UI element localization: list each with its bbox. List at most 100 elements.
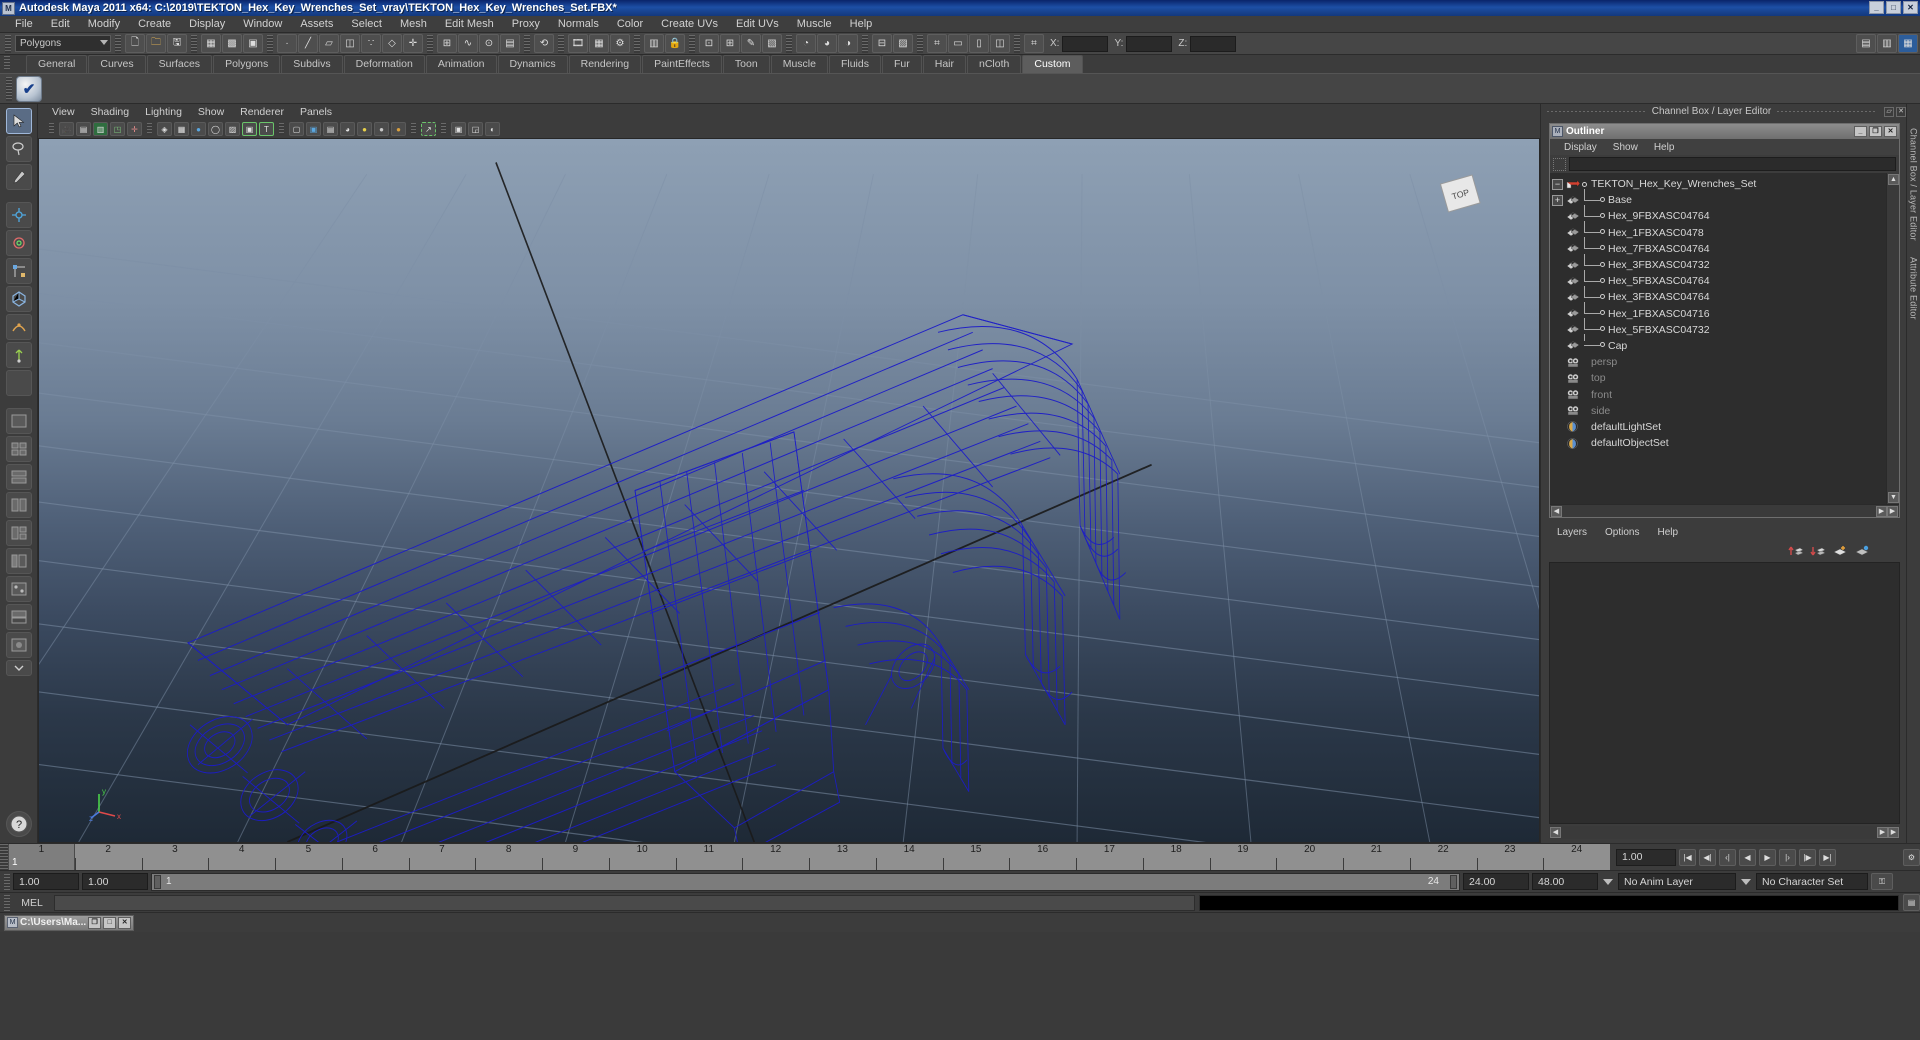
range-slider-right-handle[interactable] — [1450, 874, 1457, 889]
range-bar-grip[interactable] — [4, 873, 10, 890]
move-tool[interactable] — [5, 202, 32, 228]
outliner-window-controls[interactable]: _ ❐ ✕ — [1854, 126, 1897, 137]
show-tool-settings-button[interactable]: ▥ — [1877, 34, 1897, 53]
shelf-tab-animation[interactable]: Animation — [425, 55, 497, 73]
show-channel-box-button[interactable]: ▦ — [1898, 34, 1918, 53]
paint-select-tool[interactable] — [5, 164, 32, 190]
shelf-tab-dynamics[interactable]: Dynamics — [497, 55, 568, 73]
animation-preferences-icon[interactable]: ⚙ — [1903, 848, 1920, 866]
layer-down-icon[interactable] — [1810, 544, 1826, 558]
outliner-item[interactable]: − TEKTON_Hex_Key_Wrenches_Set — [1550, 176, 1886, 192]
shelf-tab-subdivs[interactable]: Subdivs — [281, 55, 343, 73]
outliner-item[interactable]: Cap — [1550, 334, 1886, 354]
isolate-select-icon[interactable]: ↗ — [421, 122, 436, 136]
toolbar-grip-7[interactable] — [558, 34, 564, 53]
ipr-render-button[interactable]: ▦ — [589, 34, 609, 53]
menu-item-edit[interactable]: Edit — [42, 16, 79, 33]
outliner-minimize-button[interactable]: _ — [1854, 126, 1867, 137]
outliner-item[interactable]: defaultObjectSet — [1550, 435, 1886, 451]
sculpt-button[interactable]: ◔ — [796, 34, 816, 53]
toolbar-grip-11[interactable] — [862, 34, 868, 53]
script-editor-icon[interactable]: ▤ — [1903, 894, 1920, 911]
scroll-up-icon[interactable]: ▲ — [1888, 174, 1899, 185]
outliner-menu-show[interactable]: Show — [1605, 142, 1646, 153]
menu-item-create[interactable]: Create — [129, 16, 180, 33]
outliner-maximize-button[interactable]: ❐ — [1869, 126, 1882, 137]
layout-two-stacked-icon[interactable] — [5, 464, 32, 490]
texture-display-icon[interactable]: ▣ — [242, 122, 257, 136]
paint-effects-button[interactable]: ✎ — [741, 34, 761, 53]
shelf-bar-grip[interactable] — [6, 76, 12, 101]
output-connection-button[interactable]: ⊞ — [720, 34, 740, 53]
outliner-item[interactable]: side — [1550, 403, 1886, 419]
outliner-item[interactable]: front — [1550, 386, 1886, 402]
shade-options-icon[interactable]: ◯ — [208, 122, 223, 136]
shelf-tab-fluids[interactable]: Fluids — [828, 55, 881, 73]
layout-two-side-icon[interactable] — [5, 492, 32, 518]
z-input[interactable] — [1190, 35, 1237, 52]
viewport-toolbar-grip[interactable] — [49, 123, 54, 135]
layer-scroll-right-icon[interactable]: ▶ — [1877, 827, 1888, 838]
open-render-view-button[interactable]: ▥ — [644, 34, 664, 53]
xray-joints-icon[interactable]: ▣ — [306, 122, 321, 136]
component-vertex-button[interactable]: ∵ — [361, 34, 381, 53]
window-controls[interactable]: _ □ ✕ — [1869, 1, 1918, 14]
layout-persp-graph-icon[interactable] — [5, 604, 32, 630]
shelf-tab-toon[interactable]: Toon — [722, 55, 770, 73]
help-icon[interactable]: ? — [5, 811, 32, 837]
tab-channel-box-layer-editor[interactable]: Channel Box / Layer Editor — [1909, 128, 1919, 241]
menu-item-mesh[interactable]: Mesh — [391, 16, 436, 33]
select-by-hierarchy-button[interactable]: ▦ — [201, 34, 221, 53]
toolbar-grip-4[interactable] — [267, 34, 273, 53]
select-by-object-button[interactable]: ▩ — [222, 34, 242, 53]
component-pivot-button[interactable]: ✛ — [403, 34, 423, 53]
menu-item-color[interactable]: Color — [608, 16, 652, 33]
layout-four-icon[interactable] — [5, 436, 32, 462]
shelf-tab-deformation[interactable]: Deformation — [343, 55, 425, 73]
view-cube[interactable]: TOP — [1433, 167, 1491, 225]
toolbar-grip-3[interactable] — [191, 34, 197, 53]
step-back-frame-icon[interactable]: ‹| — [1719, 848, 1736, 866]
component-hull-button[interactable]: ◇ — [382, 34, 402, 53]
layer-menu-options[interactable]: Options — [1597, 527, 1647, 538]
outliner-menu-display[interactable]: Display — [1556, 142, 1605, 153]
wireframe-on-shaded-icon[interactable]: ▨ — [225, 122, 240, 136]
new-scene-button[interactable]: 🗋 — [125, 34, 145, 53]
anim-layer-field[interactable]: No Anim Layer — [1618, 873, 1736, 890]
component-point-button[interactable]: · — [277, 34, 297, 53]
layer-menu-layers[interactable]: Layers — [1549, 527, 1595, 538]
outliner-item[interactable]: Hex_3FBXASC04764 — [1550, 285, 1886, 305]
outliner-menu-help[interactable]: Help — [1646, 142, 1683, 153]
command-line-grip[interactable] — [4, 894, 10, 911]
lock-button[interactable]: 🔒 — [665, 34, 685, 53]
collapse-icon[interactable]: − — [1552, 178, 1563, 190]
outliner-item[interactable]: top — [1550, 370, 1886, 386]
range-slider-left-handle[interactable] — [154, 874, 161, 889]
outliner-search-input[interactable] — [1569, 157, 1896, 171]
toolbar-grip-6[interactable] — [524, 34, 530, 53]
outliner-item[interactable]: persp — [1550, 354, 1886, 370]
snap-view-plane-button[interactable]: ▤ — [500, 34, 520, 53]
render-settings-button[interactable]: ⚙ — [610, 34, 630, 53]
outliner-item[interactable]: defaultLightSet — [1550, 419, 1886, 435]
shaded-display-icon[interactable]: ▤ — [323, 122, 338, 136]
universal-manipulator-tool[interactable] — [5, 286, 32, 312]
modeling-toolkit-button[interactable]: ▧ — [762, 34, 782, 53]
shadows-icon[interactable]: ● — [391, 122, 406, 136]
new-layer-selected-icon[interactable] — [1854, 544, 1870, 558]
isolate-select-button[interactable]: ⊟ — [872, 34, 892, 53]
toolbar-grip-5[interactable] — [427, 34, 433, 53]
new-layer-icon[interactable] — [1832, 544, 1848, 558]
lasso-select-tool[interactable] — [5, 136, 32, 162]
layer-menu-help[interactable]: Help — [1649, 527, 1686, 538]
range-slider[interactable]: 1 24 — [151, 872, 1460, 891]
grid-display-icon[interactable]: ◈ — [157, 122, 172, 136]
xray-button[interactable]: ▨ — [893, 34, 913, 53]
resolution-gate-button[interactable]: ▯ — [969, 34, 989, 53]
play-forwards-icon[interactable]: ▶ — [1759, 848, 1776, 866]
component-uv-button[interactable]: ◫ — [340, 34, 360, 53]
taskbar-maximize-button[interactable]: □ — [103, 916, 117, 929]
shelf-tab-ncloth[interactable]: nCloth — [967, 55, 1022, 73]
layout-single-icon[interactable] — [5, 408, 32, 434]
toolbar-grip-10[interactable] — [786, 34, 792, 53]
